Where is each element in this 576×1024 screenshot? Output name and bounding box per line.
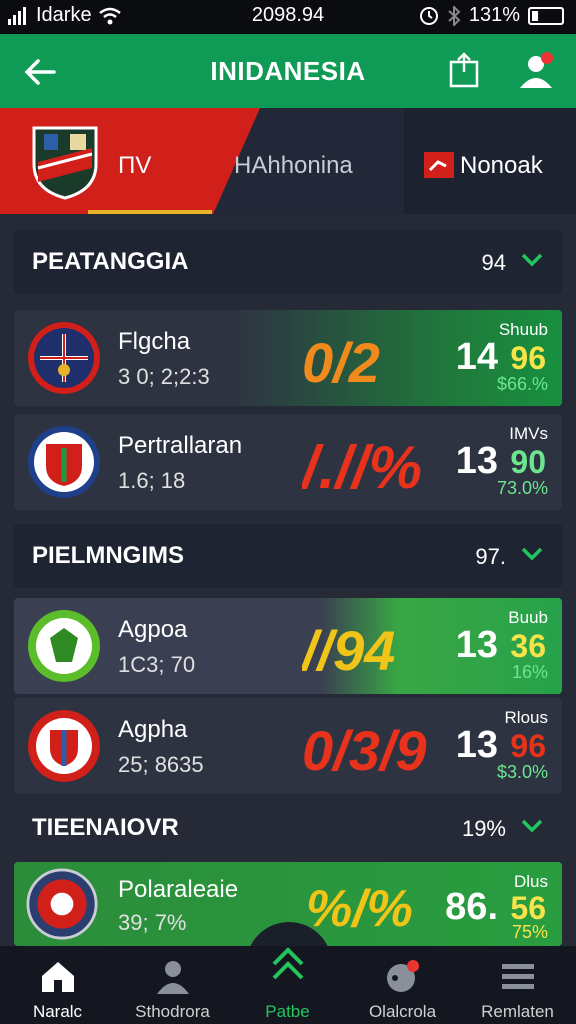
value-percent: $66.% — [496, 374, 548, 394]
odds-graphic: /.//% — [302, 434, 422, 498]
team-tab-bar: ΠV HAhhonina Nonoak — [0, 108, 576, 214]
home-icon — [42, 962, 74, 992]
bottom-nav: Naralc Sthodrora Patbe Olalcrola Remlate… — [0, 946, 576, 1024]
flag-icon — [424, 152, 454, 178]
team-name: Pertrallaran — [118, 432, 243, 459]
section-count: 94 — [481, 250, 506, 275]
section-count: 19% — [461, 816, 506, 841]
profile-icon[interactable] — [516, 50, 556, 90]
accent-value: 96 — [510, 728, 546, 764]
section-header[interactable]: PIELMNGIMS 97. — [14, 524, 562, 588]
team-badge-icon — [28, 322, 100, 394]
battery-icon — [528, 6, 564, 25]
section-count: 97. — [475, 544, 506, 569]
bluetooth-icon — [448, 5, 461, 26]
team-badge-icon — [28, 610, 100, 682]
section-header[interactable]: PEATANGGIA 94 — [14, 230, 562, 294]
value-caption: Rlous — [504, 708, 548, 727]
odds-graphic: %/% — [306, 880, 413, 938]
svg-text://94: //94 — [302, 619, 395, 682]
nav-label: Remlaten — [481, 1002, 554, 1021]
svg-text:0/2: 0/2 — [302, 331, 380, 394]
svg-text:0/3/9: 0/3/9 — [302, 719, 427, 782]
battery-percent: 131% — [468, 4, 520, 26]
odds-graphic: //94 — [302, 619, 395, 682]
value-percent: 16% — [511, 662, 548, 682]
menu-icon — [502, 964, 534, 989]
team-stats: 1.6; 18 — [118, 468, 186, 493]
alarm-icon — [419, 6, 438, 25]
status-right: 131% — [419, 4, 564, 27]
value-caption: IMVs — [509, 424, 548, 443]
accent-value: 90 — [510, 444, 546, 480]
team-stats: 3 0; 2;2:3 — [118, 364, 210, 389]
main-value: 13 — [455, 440, 498, 482]
odds-graphic: 0/2 — [302, 331, 380, 394]
chevron-down-icon[interactable] — [520, 252, 544, 268]
odds-graphic: 0/3/9 — [302, 719, 427, 782]
nav-label: Naralc — [32, 1002, 83, 1021]
section-title: TIEENAIOVR — [32, 814, 179, 841]
app-bar: INIDANESIA — [0, 34, 576, 108]
svg-text:/.//%: /.//% — [302, 434, 422, 498]
share-icon[interactable] — [448, 52, 480, 88]
double-chevron-up-icon — [272, 947, 304, 980]
team-name: Agpha — [118, 716, 188, 743]
team-name: Flgcha — [118, 328, 191, 355]
team-stats: 1C3; 70 — [118, 652, 196, 677]
nav-item-center[interactable]: Patbe — [230, 946, 345, 1024]
tab-2[interactable]: HAhhonina — [234, 152, 353, 180]
value-percent: 73.0% — [496, 478, 548, 498]
nav-label: Olalcrola — [368, 1002, 437, 1021]
team-stats: 39; 7% — [118, 910, 187, 935]
team-badge-icon — [26, 868, 98, 940]
tab-3[interactable]: Nonoak — [460, 152, 543, 180]
team-badge-icon — [28, 426, 100, 498]
team-badge-icon — [28, 710, 100, 782]
nav-label: Sthodrora — [135, 1002, 210, 1021]
nav-item-person[interactable]: Sthodrora — [115, 946, 230, 1024]
section-title: PIELMNGIMS — [32, 542, 185, 569]
page-title: INIDANESIA — [210, 56, 366, 86]
main-value: 86. — [445, 886, 498, 928]
section-header[interactable]: TIEENAIOVR 19% — [14, 796, 562, 860]
main-value: 13 — [455, 724, 498, 766]
person-icon — [157, 961, 189, 994]
status-bar: Idarke 2098.94 131% — [0, 0, 576, 34]
main-value: 13 — [455, 624, 498, 666]
accent-value: 96 — [510, 340, 546, 376]
nav-item-notifications[interactable]: Olalcrola — [345, 946, 460, 1024]
team-name: Polaraleaie — [118, 876, 239, 903]
active-tab-indicator — [88, 210, 212, 214]
crest-icon — [32, 126, 98, 200]
value-percent: $3.0% — [496, 762, 548, 782]
section-title: PEATANGGIA — [32, 248, 189, 275]
svg-text:%/%: %/% — [306, 880, 413, 938]
tab-1[interactable]: ΠV — [118, 152, 151, 180]
value-caption: Dlus — [513, 872, 548, 891]
value-percent: 75% — [511, 922, 548, 942]
value-caption: Buub — [508, 608, 548, 627]
main-value: 14 — [455, 336, 498, 378]
value-caption: Shuub — [498, 320, 548, 339]
nav-item-home[interactable]: Naralc — [0, 946, 115, 1024]
list-item[interactable]: Agpoa 1C3; 70 //94 13 36 Buub 16% — [14, 598, 562, 694]
team-name: Agpoa — [118, 616, 188, 643]
nav-item-menu[interactable]: Remlaten — [460, 946, 575, 1024]
list-item[interactable]: Flgcha 3 0; 2;2:3 0/2 14 96 Shuub $66.% — [14, 310, 562, 406]
team-stats: 25; 8635 — [118, 752, 204, 777]
notification-icon — [387, 960, 419, 992]
chevron-down-icon[interactable] — [520, 546, 544, 562]
chevron-down-icon[interactable] — [520, 818, 544, 834]
list-item[interactable]: Agpha 25; 8635 0/3/9 13 96 Rlous $3.0% — [14, 698, 562, 794]
nav-label: Patbe — [265, 1002, 310, 1021]
accent-value: 36 — [510, 628, 546, 664]
list-item[interactable]: Pertrallaran 1.6; 18 /.//% 13 90 IMVs 73… — [14, 414, 562, 510]
